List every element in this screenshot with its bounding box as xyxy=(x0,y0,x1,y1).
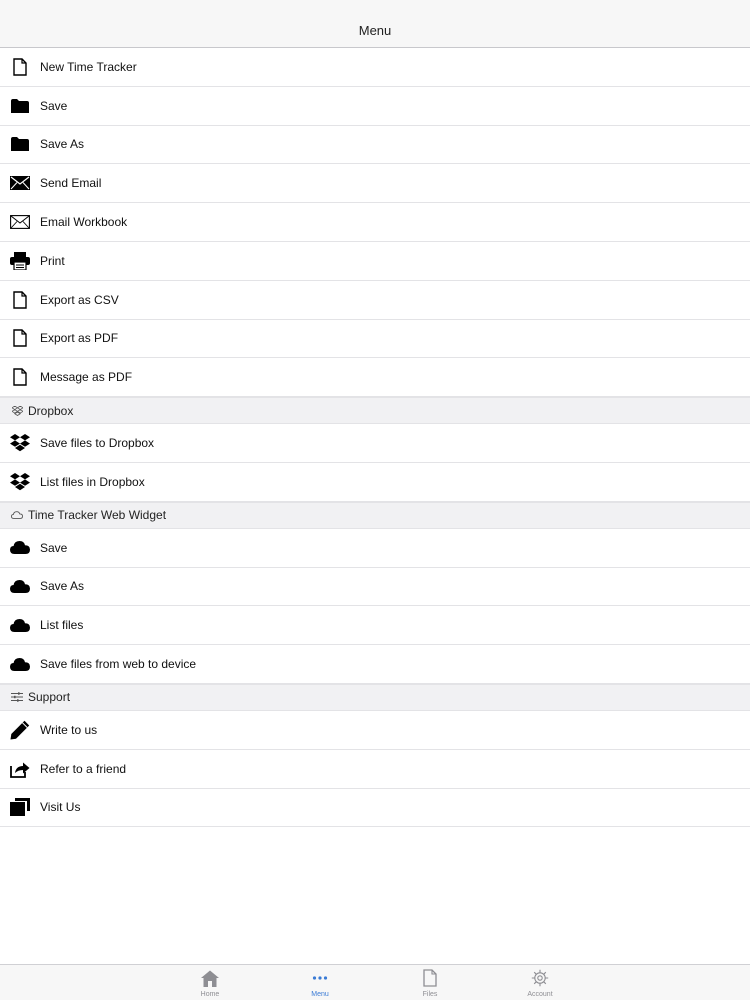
menu-item-list-files-dropbox[interactable]: List files in Dropbox xyxy=(0,462,750,502)
gear-icon xyxy=(530,968,550,988)
tab-bar: Home Menu Files Account xyxy=(0,964,750,1000)
menu-item-label: Print xyxy=(40,253,65,268)
menu-item-label: List files in Dropbox xyxy=(40,474,145,489)
nav-bar: Menu xyxy=(0,0,750,48)
file-icon xyxy=(420,968,440,988)
menu-item-label: List files xyxy=(40,618,84,633)
menu-list: New Time Tracker Save Save As Send Email… xyxy=(0,48,750,828)
tab-label: Menu xyxy=(311,991,329,998)
cloud-outline-icon xyxy=(11,509,23,521)
folder-icon xyxy=(10,96,30,116)
sliders-icon xyxy=(11,691,23,703)
menu-item-email-workbook[interactable]: Email Workbook xyxy=(0,203,750,242)
page-title: Menu xyxy=(358,23,392,38)
section-title: Time Tracker Web Widget xyxy=(28,508,167,523)
tab-account[interactable]: Account xyxy=(485,965,595,1000)
menu-item-label: New Time Tracker xyxy=(40,59,137,74)
menu-item-label: Save As xyxy=(40,579,85,594)
menu-item-label: Save files from web to device xyxy=(40,657,197,672)
menu-item-label: Write to us xyxy=(40,722,98,737)
section-header-web-widget: Time Tracker Web Widget xyxy=(0,501,750,529)
menu-item-label: Save files to Dropbox xyxy=(40,436,155,451)
cloud-icon xyxy=(10,576,30,596)
document-icon xyxy=(10,290,30,310)
folder-icon xyxy=(10,134,30,154)
menu-item-print[interactable]: Print xyxy=(0,241,750,281)
menu-item-label: Refer to a friend xyxy=(40,761,127,776)
menu-item-label: Message as PDF xyxy=(40,370,133,385)
menu-item-label: Export as CSV xyxy=(40,292,119,307)
cloud-icon xyxy=(10,654,30,674)
section-title: Dropbox xyxy=(28,403,74,418)
menu-item-write-to-us[interactable]: Write to us xyxy=(0,710,750,750)
menu-item-save-as[interactable]: Save As xyxy=(0,125,750,165)
menu-item-save[interactable]: Save xyxy=(0,86,750,126)
dropbox-icon xyxy=(10,472,30,492)
section-title: Support xyxy=(28,690,71,705)
tab-home[interactable]: Home xyxy=(155,965,265,1000)
document-icon xyxy=(10,328,30,348)
printer-icon xyxy=(10,251,30,271)
menu-item-message-pdf[interactable]: Message as PDF xyxy=(0,358,750,398)
menu-item-save-files-dropbox[interactable]: Save files to Dropbox xyxy=(0,424,750,463)
tab-label: Account xyxy=(527,991,553,998)
home-icon xyxy=(200,968,220,988)
document-icon xyxy=(10,57,30,77)
tab-files[interactable]: Files xyxy=(375,965,485,1000)
menu-item-label: Save xyxy=(40,98,68,113)
menu-item-new-time-tracker[interactable]: New Time Tracker xyxy=(0,48,750,87)
menu-item-label: Save As xyxy=(40,137,85,152)
tab-menu[interactable]: Menu xyxy=(265,965,375,1000)
menu-item-label: Visit Us xyxy=(40,800,81,815)
dropbox-outline-icon xyxy=(11,405,23,417)
section-header-support: Support xyxy=(0,683,750,711)
menu-item-web-save[interactable]: Save xyxy=(0,528,750,568)
more-dots-icon xyxy=(310,968,330,988)
share-icon xyxy=(10,759,30,779)
menu-item-web-save-as[interactable]: Save As xyxy=(0,567,750,607)
menu-item-web-list-files[interactable]: List files xyxy=(0,606,750,646)
menu-item-label: Save xyxy=(40,540,68,555)
menu-item-web-save-to-device[interactable]: Save files from web to device xyxy=(0,645,750,684)
tab-label: Home xyxy=(200,991,220,998)
cloud-icon xyxy=(10,615,30,635)
envelope-filled-icon xyxy=(10,173,30,193)
document-icon xyxy=(10,367,30,387)
menu-item-label: Export as PDF xyxy=(40,331,119,346)
menu-item-label: Email Workbook xyxy=(40,215,128,230)
tab-label: Files xyxy=(422,991,438,998)
section-header-dropbox: Dropbox xyxy=(0,397,750,425)
pencil-icon xyxy=(10,720,30,740)
menu-item-label: Send Email xyxy=(40,176,102,191)
windows-icon xyxy=(10,797,30,817)
menu-item-refer-friend[interactable]: Refer to a friend xyxy=(0,749,750,789)
dropbox-icon xyxy=(10,433,30,453)
envelope-outline-icon xyxy=(10,212,30,232)
menu-item-visit-us[interactable]: Visit Us xyxy=(0,788,750,828)
menu-item-export-csv[interactable]: Export as CSV xyxy=(0,280,750,320)
menu-item-export-pdf[interactable]: Export as PDF xyxy=(0,319,750,359)
cloud-icon xyxy=(10,538,30,558)
menu-item-send-email[interactable]: Send Email xyxy=(0,164,750,204)
